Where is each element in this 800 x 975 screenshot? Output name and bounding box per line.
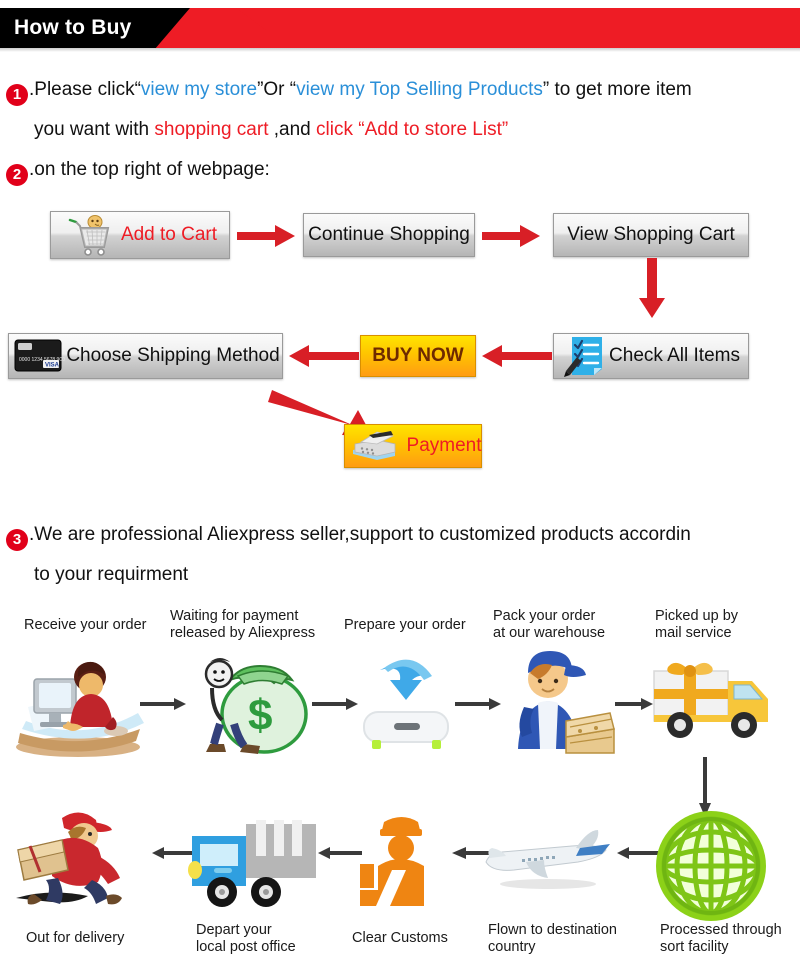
payment-label: Payment (406, 435, 482, 456)
page-title: How to Buy (14, 16, 132, 39)
label-waiting-for-payment: Waiting for payment released by Aliexpre… (170, 608, 316, 641)
choose-shipping-method-button[interactable]: 0000 1234 5678 9000 VISA Choose Shipping… (8, 333, 283, 379)
continue-shopping-button[interactable]: Continue Shopping (303, 213, 475, 257)
svg-text:$: $ (248, 691, 272, 740)
step-3-text-1: .We are professional Aliexpress seller,s… (29, 524, 691, 545)
worker-with-boxes-icon (500, 645, 624, 755)
view-my-store-link[interactable]: view my store (141, 79, 257, 100)
step-1-line-2: you want with shopping cart ,and click “… (34, 110, 508, 150)
step-number-1: 1 (6, 84, 28, 106)
label-receive-your-order: Receive your order (24, 617, 147, 633)
blue-post-truck-icon (180, 806, 320, 910)
payment-button[interactable]: Payment (344, 424, 482, 468)
arrow-continue-to-view-cart (482, 225, 542, 247)
label-out-for-delivery: Out for delivery (26, 930, 125, 946)
label-depart-local-post-office: Depart your local post office (196, 922, 296, 955)
arrow-cart-to-continue (237, 225, 297, 247)
person-at-computer-icon (8, 655, 158, 760)
svg-text:VISA: VISA (45, 363, 60, 369)
running-courier-icon (6, 800, 166, 918)
label-picked-up-by-mail-service: Picked up by mail service (655, 608, 739, 641)
buy-now-label: BUY NOW (372, 345, 464, 366)
check-all-items-label: Check All Items (609, 345, 740, 366)
check-all-items-button[interactable]: Check All Items (553, 333, 749, 379)
banner-shadow (0, 48, 800, 52)
add-to-cart-label: Add to Cart (120, 224, 218, 245)
airplane-icon (470, 818, 620, 898)
step-number-3: 3 (6, 529, 28, 551)
view-shopping-cart-label: View Shopping Cart (567, 224, 735, 245)
step-1-text-b: ”Or “ (257, 79, 297, 100)
arrow-receive-to-waiting (140, 697, 188, 711)
view-my-top-selling-products-link[interactable]: view my Top Selling Products (296, 79, 543, 100)
label-clear-customs: Clear Customs (352, 930, 448, 946)
step-1-line2-b: ,and (268, 119, 317, 140)
delivery-truck-gift-icon (648, 655, 788, 747)
step-3-line-1: 3 .We are professional Aliexpress seller,… (6, 515, 691, 555)
label-flown-to-destination-country: Flown to destination country (488, 922, 617, 955)
step-1-text-c: ” to get more item (542, 79, 692, 100)
money-bag-icon: $ (186, 648, 314, 760)
shopping-cart-icon (67, 214, 113, 256)
step-number-2: 2 (6, 164, 28, 186)
checklist-icon (564, 335, 608, 377)
arrow-prepare-to-pack (455, 697, 503, 711)
label-pack-your-order: Pack your order at our warehouse (493, 608, 606, 641)
add-to-store-list-emphasis: click “Add to store List” (316, 119, 509, 140)
label-processed-through-sort-facility: Processed through sort facility (660, 922, 782, 955)
add-to-cart-button[interactable]: Add to Cart (50, 211, 230, 259)
label-prepare-your-order: Prepare your order (344, 617, 466, 633)
step-3-line-2: to your requirment (34, 555, 188, 595)
arrow-view-cart-to-check-items (639, 258, 665, 320)
step-3-text-2: to your requirment (34, 564, 189, 585)
step-1-text-a: .Please click“ (29, 79, 141, 100)
step-2-line: 2 .on the top right of webpage: (6, 150, 270, 190)
step-1-line2-a: you want with (34, 119, 155, 140)
shopping-cart-emphasis: shopping cart (154, 119, 269, 140)
arrow-check-items-to-buynow (482, 345, 552, 367)
cash-register-icon (347, 426, 401, 466)
customs-officer-icon (344, 810, 456, 910)
arrow-buynow-to-shipping (289, 345, 359, 367)
download-box-icon (350, 650, 462, 754)
page-header-banner: How to Buy (0, 8, 800, 52)
green-globe-icon (650, 808, 772, 924)
choose-shipping-method-label: Choose Shipping Method (66, 345, 280, 366)
view-shopping-cart-button[interactable]: View Shopping Cart (553, 213, 749, 257)
credit-card-icon: 0000 1234 5678 9000 VISA (13, 337, 65, 375)
continue-shopping-label: Continue Shopping (308, 224, 470, 245)
buy-now-button[interactable]: BUY NOW (360, 335, 476, 377)
step-1-line-1: 1 .Please click“view my store”Or “view my… (6, 70, 692, 110)
step-2-text: .on the top right of webpage: (29, 159, 270, 180)
